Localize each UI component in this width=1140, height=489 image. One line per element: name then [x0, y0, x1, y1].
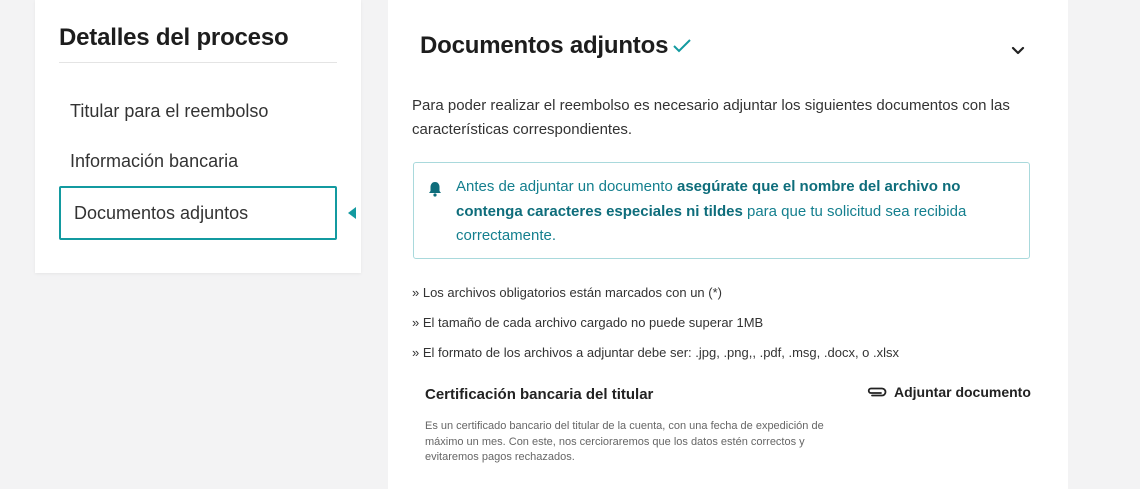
- info-alert: Antes de adjuntar un documento asegúrate…: [413, 162, 1030, 259]
- sidebar-item-informacion-bancaria[interactable]: Información bancaria: [59, 134, 337, 188]
- sidebar-item-documentos-adjuntos[interactable]: Documentos adjuntos: [59, 186, 337, 240]
- intro-text: Para poder realizar el reembolso es nece…: [412, 97, 1010, 138]
- bell-icon: [428, 181, 442, 202]
- sidebar-divider: [59, 62, 337, 63]
- main-panel: Documentos adjuntos Para poder realizar …: [388, 0, 1068, 489]
- alert-message: Antes de adjuntar un documento asegúrate…: [456, 175, 1016, 249]
- attach-document-label: Adjuntar documento: [894, 384, 1031, 400]
- chevron-down-icon[interactable]: [1008, 40, 1028, 60]
- alert-text-before: Antes de adjuntar un documento: [456, 178, 677, 195]
- section-header[interactable]: Documentos adjuntos: [420, 32, 692, 60]
- document-description: Es un certificado bancario del titular d…: [425, 420, 824, 463]
- section-title: Documentos adjuntos: [420, 32, 669, 59]
- document-title: Certificación bancaria del titular: [425, 386, 654, 403]
- check-icon: [672, 38, 692, 54]
- sidebar-item-titular[interactable]: Titular para el reembolso: [59, 84, 337, 138]
- attach-document-button[interactable]: Adjuntar documento: [866, 384, 1031, 400]
- rule-required: » Los archivos obligatorios están marcad…: [412, 285, 722, 300]
- paperclip-icon: [866, 386, 888, 398]
- process-sidebar: Detalles del proceso Titular para el ree…: [35, 0, 361, 273]
- rule-size: » El tamaño de cada archivo cargado no p…: [412, 315, 764, 330]
- rule-format: » El formato de los archivos a adjuntar …: [412, 345, 900, 360]
- sidebar-title: Detalles del proceso: [59, 24, 289, 51]
- active-step-pointer-icon: [348, 207, 356, 219]
